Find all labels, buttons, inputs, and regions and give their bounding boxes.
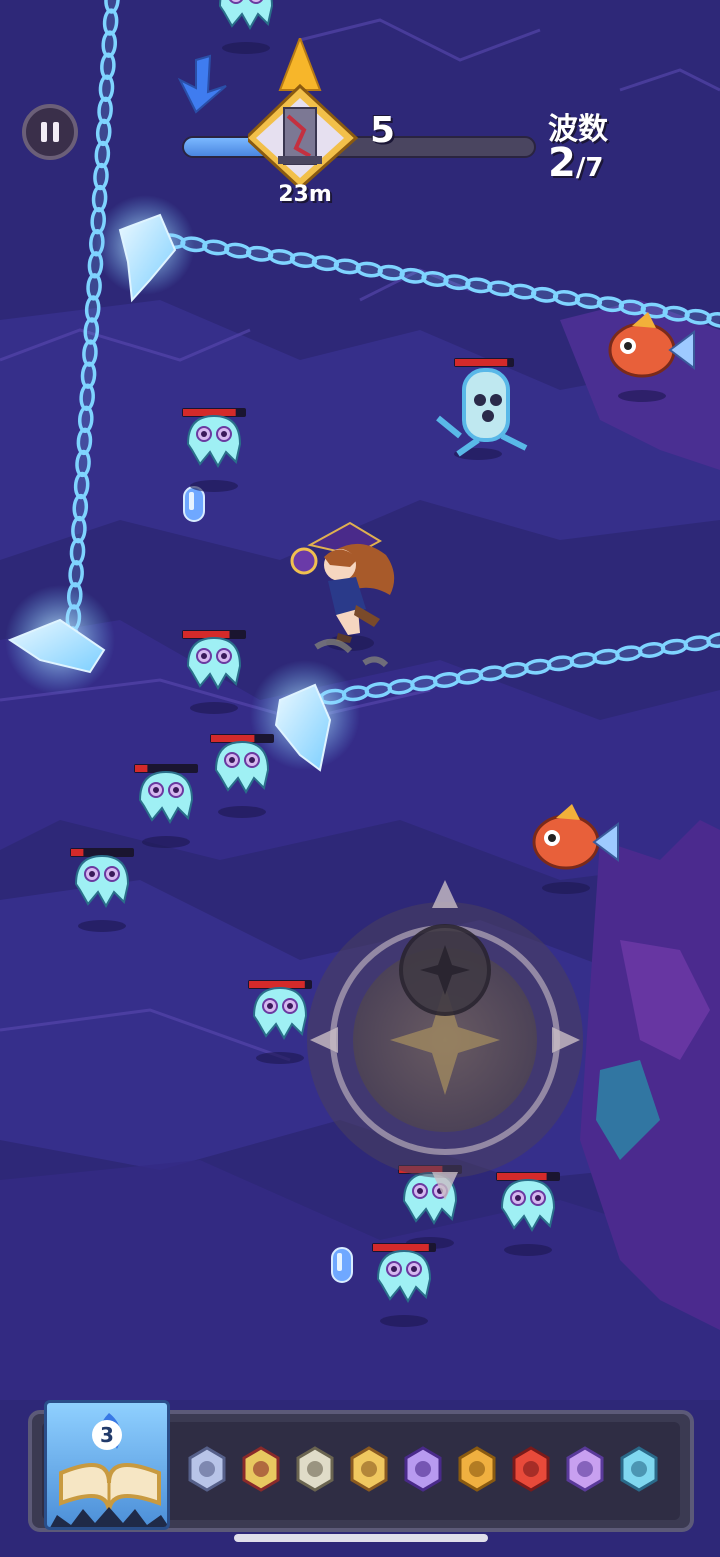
treasure-map-icon[interactable] bbox=[344, 1444, 394, 1494]
shield-orb-icon[interactable] bbox=[182, 1444, 232, 1494]
wave-counter: 2/7 bbox=[548, 140, 603, 186]
golden-horseshoe-icon[interactable] bbox=[452, 1444, 502, 1494]
distance-marker-icon bbox=[248, 38, 359, 188]
wave-total: /7 bbox=[575, 153, 604, 183]
magic-wand-icon[interactable] bbox=[614, 1444, 664, 1494]
game-scene bbox=[0, 0, 720, 1557]
game-stage[interactable]: 5 23m 波数 2/7 3 bbox=[0, 0, 720, 1557]
level-number: 5 bbox=[370, 110, 396, 151]
jester-box-icon[interactable] bbox=[236, 1444, 286, 1494]
blue-gem[interactable] bbox=[183, 486, 205, 522]
twin-pendant-icon[interactable] bbox=[398, 1444, 448, 1494]
red-feather-icon[interactable] bbox=[506, 1444, 556, 1494]
home-indicator[interactable] bbox=[234, 1534, 488, 1542]
mushroom-orb-icon[interactable] bbox=[560, 1444, 610, 1494]
pause-button[interactable] bbox=[22, 104, 78, 160]
pause-icon bbox=[41, 122, 47, 142]
scroll-mask-icon[interactable] bbox=[290, 1444, 340, 1494]
distance-text: 23m bbox=[278, 182, 332, 207]
book-count-badge: 3 bbox=[92, 1420, 122, 1450]
wave-current: 2 bbox=[548, 140, 576, 186]
blue-gem[interactable] bbox=[331, 1247, 353, 1283]
